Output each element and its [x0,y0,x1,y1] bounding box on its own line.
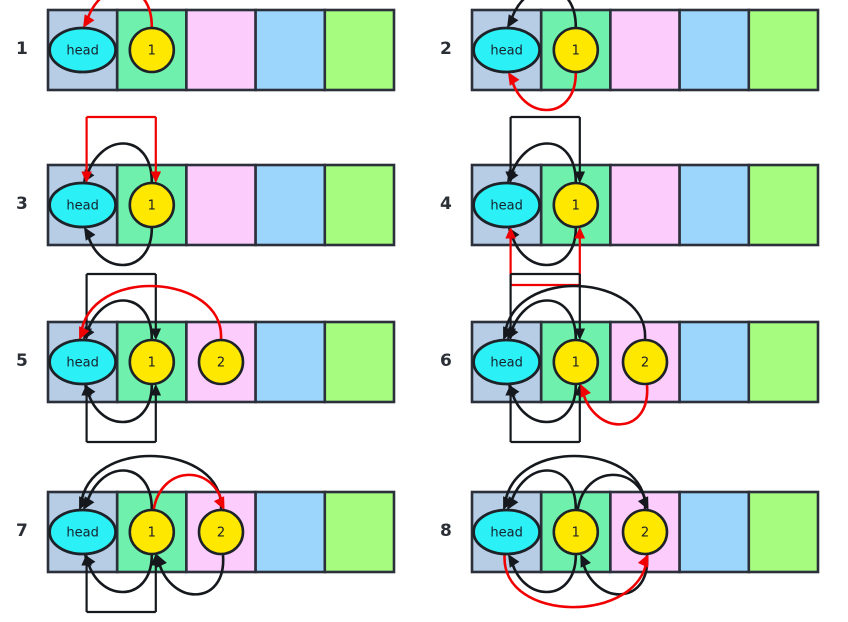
list-node-2: 2 [197,338,245,386]
svg-text:1: 1 [148,356,156,371]
panel-7: head 1 2 [26,422,416,622]
svg-text:1: 1 [148,44,156,59]
list-cell [747,163,820,247]
list-cell [678,490,751,574]
head-node: head [472,26,541,74]
svg-text:head: head [490,356,522,371]
list-node-1: 1 [128,26,176,74]
list-cell [185,163,257,247]
list-node-1: 1 [128,338,176,386]
svg-text:1: 1 [572,199,580,214]
list-cell [185,8,257,92]
svg-text:head: head [66,44,98,59]
svg-text:1: 1 [572,356,580,371]
head-node: head [48,181,117,229]
svg-text:1: 1 [572,526,580,541]
svg-text:head: head [66,356,98,371]
svg-text:head: head [66,199,98,214]
panel-number-label: 5 [16,351,28,371]
panel-number-label: 2 [440,39,452,59]
list-cell [747,8,820,92]
svg-text:2: 2 [641,356,649,371]
head-node: head [472,508,541,556]
list-cell [609,163,681,247]
svg-text:head: head [490,526,522,541]
list-cell [747,490,820,574]
svg-text:2: 2 [217,526,225,541]
list-cell [678,163,751,247]
svg-text:2: 2 [641,526,649,541]
panel-number-label: 1 [16,39,28,59]
list-cell [254,490,327,574]
list-node-1: 1 [128,181,176,229]
list-node-2: 2 [621,338,669,386]
panel-number-label: 6 [440,351,452,371]
list-node-2: 2 [621,508,669,556]
list-cell [323,490,396,574]
list-cell [747,320,820,404]
svg-text:head: head [490,44,522,59]
list-cell [678,8,751,92]
svg-text:2: 2 [217,356,225,371]
list-cell [323,163,396,247]
head-node: head [48,338,117,386]
list-node-1: 1 [552,508,600,556]
svg-text:1: 1 [572,44,580,59]
list-node-2: 2 [197,508,245,556]
svg-text:head: head [490,199,522,214]
list-cell [323,8,396,92]
panel-number-label: 4 [440,194,452,214]
head-node: head [472,338,541,386]
list-cell [323,320,396,404]
head-node: head [472,181,541,229]
list-node-1: 1 [552,181,600,229]
list-cell [254,320,327,404]
list-cell [609,8,681,92]
list-cell [254,8,327,92]
list-node-1: 1 [552,338,600,386]
diagram-canvas: head 1 1 head 1 2 head 1 3 head 1 4 head 1 2 5 head 1 2 6 he… [0,0,848,614]
head-node: head [48,26,117,74]
head-node: head [48,508,117,556]
svg-text:1: 1 [148,526,156,541]
panel-number-label: 3 [16,194,28,214]
list-node-1: 1 [128,508,176,556]
panel-number-label: 8 [440,521,452,541]
panel-8: head 1 2 [450,422,840,622]
list-cell [678,320,751,404]
list-cell [254,163,327,247]
panel-number-label: 7 [16,521,28,541]
svg-text:1: 1 [148,199,156,214]
svg-text:head: head [66,526,98,541]
list-node-1: 1 [552,26,600,74]
